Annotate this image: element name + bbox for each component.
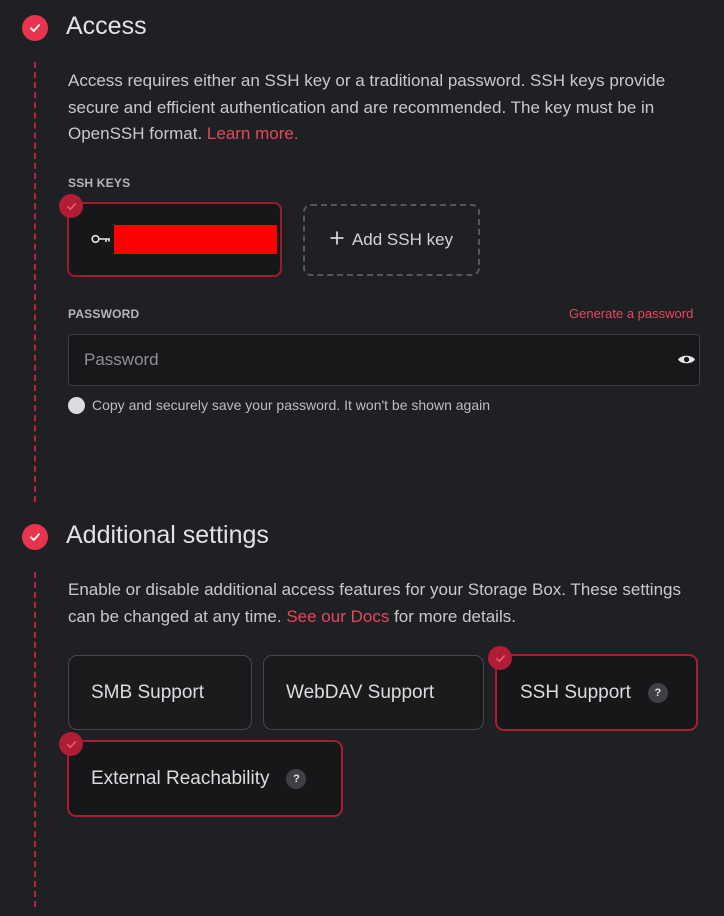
notice-circle-icon [68, 397, 85, 414]
key-icon [91, 231, 111, 249]
access-description: Access requires either an SSH key or a t… [68, 71, 666, 143]
password-label: PASSWORD [68, 307, 140, 321]
additional-step-connector [34, 572, 36, 907]
smb-support-option[interactable]: SMB Support [68, 655, 252, 730]
redacted-key-name [114, 225, 277, 254]
ssh-support-option[interactable]: SSH Support ? [495, 654, 698, 731]
external-reachability-help-icon[interactable]: ? [286, 768, 307, 789]
ssh-keys-label: SSH KEYS [68, 176, 131, 190]
password-input[interactable] [68, 334, 700, 386]
additional-step-check-icon [22, 524, 48, 550]
add-ssh-key-label: Add SSH key [351, 230, 454, 249]
external-reachability-selected-check-icon [59, 732, 83, 756]
password-save-notice: Copy and securely save your password. It… [92, 397, 491, 413]
webdav-support-label: WebDAV Support [286, 681, 435, 703]
ssh-support-label: SSH Support [520, 681, 631, 703]
add-ssh-key-button[interactable]: Add SSH key [303, 204, 480, 276]
learn-more-link[interactable]: Learn more. [207, 124, 299, 143]
access-step-connector [34, 62, 36, 502]
external-reachability-option[interactable]: External Reachability ? [67, 740, 343, 817]
generate-password-link[interactable]: Generate a password [569, 306, 693, 321]
ssh-support-help-icon[interactable]: ? [647, 682, 668, 703]
additional-description: Enable or disable additional access feat… [68, 580, 681, 626]
ssh-key-card[interactable] [67, 202, 282, 277]
see-docs-link[interactable]: See our Docs [286, 607, 389, 626]
ssh-support-selected-check-icon [488, 646, 512, 670]
external-reachability-label: External Reachability [91, 767, 270, 789]
additional-settings-title: Additional settings [66, 521, 269, 549]
smb-support-label: SMB Support [91, 681, 204, 703]
plus-icon [330, 230, 344, 250]
access-title: Access [66, 12, 147, 40]
webdav-support-option[interactable]: WebDAV Support [263, 655, 484, 730]
ssh-key-selected-check-icon [59, 194, 83, 218]
access-step-check-icon [22, 15, 48, 41]
eye-icon[interactable] [677, 351, 696, 373]
